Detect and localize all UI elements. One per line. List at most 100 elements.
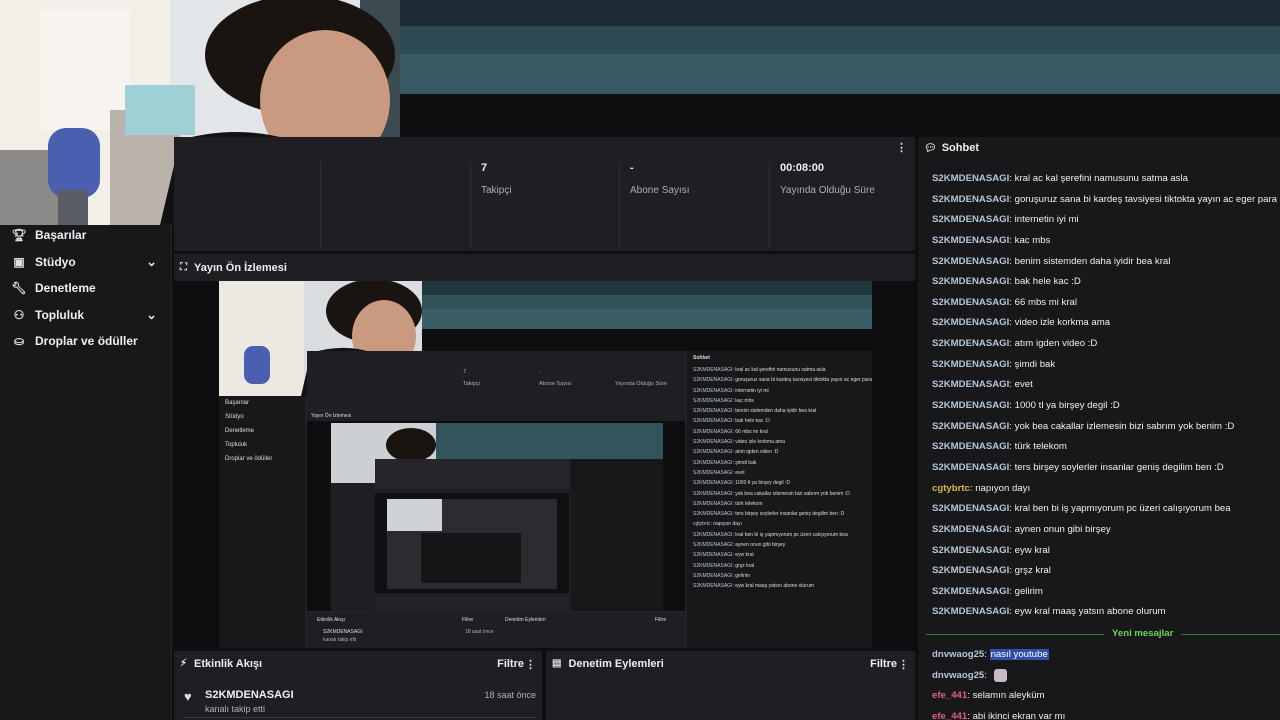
sidebar-item-achievements[interactable]: 🏆︎ Başarılar [0,222,171,249]
chat-username[interactable]: efe_441 [932,690,967,701]
mini-chat-message: S2KMDENASAGI: benim sistemden daha iyidi… [693,408,817,415]
emote-icon[interactable] [993,668,1007,682]
chat-message[interactable]: S2KMDENASAGI: gelirim [918,582,1280,603]
chat-username[interactable]: S2KMDENASAGI [932,545,1009,556]
chat-username[interactable]: S2KMDENASAGI [932,462,1009,473]
mini-filter: Filtre [462,617,474,623]
mini-chat-text: türk telekom [735,500,763,507]
chat-username[interactable]: S2KMDENASAGI [932,586,1009,597]
mini-chat-username: S2KMDENASAGI [693,531,733,538]
chat-message[interactable]: S2KMDENASAGI: yok bea cakallar izlemesin… [918,417,1280,438]
mini-chat-message: S2KMDENASAGI: goruşuruz sana bi kardeş t… [687,375,872,385]
chat-message[interactable]: S2KMDENASAGI: grşz kral [918,561,1280,582]
activity-item[interactable]: ♥ S2KMDENASAGI kanalı takip etti 18 saat… [184,687,536,717]
moderation-filter-button[interactable]: Filtre [870,658,897,670]
mini-chat-text: evet [735,469,745,476]
chat-message[interactable]: S2KMDENASAGI: internetin iyi mi [918,210,1280,231]
mini-chat-message: S2KMDENASAGI: atım igden video :D [693,449,779,456]
chat-message[interactable]: S2KMDENASAGI: aynen onun gibi birşey [918,520,1280,541]
chat-message[interactable]: S2KMDENASAGI: eyw kral [918,541,1280,562]
chat-username[interactable]: S2KMDENASAGI [932,441,1009,452]
mini-chat-text: benim sistemden daha iyidir bea kral [735,408,817,415]
chat-username[interactable]: S2KMDENASAGI [932,317,1009,328]
more-options-icon[interactable]: ⋮ [896,141,907,154]
chat-text: atım igden video :D [1014,338,1098,350]
chat-message[interactable]: dnvwaog25: nasıl youtube [918,645,1280,666]
activity-filter-button[interactable]: Filtre [497,658,524,670]
chat-message[interactable]: S2KMDENASAGI: 1000 tl ya birşey degil :D [918,396,1280,417]
mini-chat-text: ters birşey soylerler insanlar geniş deg… [735,511,845,518]
chat-message[interactable]: S2KMDENASAGI: kac mbs [918,231,1280,252]
chat-message[interactable]: S2KMDENASAGI: bak hele kac :D [918,272,1280,293]
chat-username[interactable]: S2KMDENASAGI [932,276,1009,287]
chat-username[interactable]: S2KMDENASAGI [932,256,1009,267]
chat-message[interactable]: S2KMDENASAGI: şimdi bak [918,355,1280,376]
chat-text: nasıl youtube [989,649,1049,660]
chat-message[interactable]: S2KMDENASAGI: eyw kral maaş yatsın abone… [918,602,1280,623]
mini-chat: Sohbet S2KMDENASAGI: kral ac kal şerefin… [687,351,872,648]
stream-stats-panel: 7 Takipçi - Abone Sayısı 00:08:00 Yayınd… [174,137,915,251]
mini-chat-username: cgtybrtc [693,521,711,528]
chat-message[interactable]: S2KMDENASAGI: 66 mbs mi kral [918,293,1280,314]
sidebar-item-community[interactable]: ⚇ Topluluk ⌄ [0,302,171,329]
chat-message[interactable]: S2KMDENASAGI: kral ben bi iş yapmıyorum … [918,499,1280,520]
chat-username[interactable]: dnvwaog25 [932,649,984,660]
new-messages-divider: Yeni mesajlar [926,628,1280,640]
chat-username[interactable]: S2KMDENASAGI [932,338,1009,349]
chevron-down-icon[interactable]: ⌄ [146,307,157,323]
mini-stat-value: - [539,369,541,375]
chat-username[interactable]: S2KMDENASAGI [932,359,1009,370]
mini-chat-message: S2KMDENASAGI: kral ac kal şerefini namus… [693,367,826,373]
sidebar-item-label: Topluluk [35,307,85,322]
top-banner [400,0,1280,135]
chat-text: bak hele kac :D [1014,276,1081,288]
sidebar-item-drops[interactable]: ⛀ Droplar ve ödüller [0,328,171,355]
stat-divider [470,162,471,250]
mini-chat-username: S2KMDENASAGI [693,418,733,425]
stream-preview[interactable]: Başarılar Stüdyo Denetleme Topluluk Drop… [174,281,915,648]
chat-message[interactable]: efe_441: selamın aleyküm [918,686,1280,707]
chat-message[interactable]: S2KMDENASAGI: ters birşey soylerler insa… [918,458,1280,479]
mini-chat-text: bak hele kac :D [735,418,770,425]
chat-username[interactable]: S2KMDENASAGI [932,297,1009,308]
chat-message[interactable]: dnvwaog25: [918,666,1280,687]
chat-message[interactable]: S2KMDENASAGI: kral ac kal şerefini namus… [918,169,1280,190]
chat-username[interactable]: S2KMDENASAGI [932,194,1009,205]
chat-username[interactable]: S2KMDENASAGI [932,235,1009,246]
chat-username[interactable]: cgtybrtc [932,483,970,494]
mini-chat-username: S2KMDENASAGI [693,542,733,549]
chat-username[interactable]: S2KMDENASAGI [932,379,1009,390]
chat-username[interactable]: S2KMDENASAGI [932,421,1009,432]
chat-username[interactable]: S2KMDENASAGI [932,214,1009,225]
divider [926,634,1280,635]
chat-message[interactable]: S2KMDENASAGI: atım igden video :D [918,334,1280,355]
chat-username[interactable]: S2KMDENASAGI [932,503,1009,514]
chat-message[interactable]: S2KMDENASAGI: benim sistemden daha iyidi… [918,252,1280,273]
chat-message[interactable]: S2KMDENASAGI: türk telekom [918,437,1280,458]
list-icon: ▤ [552,658,562,669]
chat-username[interactable]: S2KMDENASAGI [932,606,1009,617]
chat-username[interactable]: S2KMDENASAGI [932,565,1009,576]
more-options-icon[interactable]: ⋮ [525,658,536,671]
chat-message[interactable]: S2KMDENASAGI: evet [918,375,1280,396]
chat-message[interactable]: S2KMDENASAGI: video izle korkma ama [918,313,1280,334]
more-options-icon[interactable]: ⋮ [898,658,909,671]
chat-username[interactable]: dnvwaog25 [932,670,984,681]
chat-new-message-list: dnvwaog25: nasıl youtube dnvwaog25: efe_4… [918,645,1280,720]
chat-text: 1000 tl ya birşey degil :D [1014,400,1120,412]
mini-chat-text: eyw kral maaş yatsın abone olurum [735,583,814,590]
sidebar-item-moderation[interactable]: 🔧︎ Denetleme [0,275,171,302]
mini-chat-message: S2KMDENASAGI: yok bea cakallar izlemesin… [693,490,850,497]
mini-sidebar: Başarılar Stüdyo Denetleme Topluluk Drop… [219,396,305,648]
chat-username[interactable]: efe_441 [932,711,967,720]
chat-message[interactable]: cgtybrtc: napıyon dayı [918,479,1280,500]
chat-username[interactable]: S2KMDENASAGI [932,524,1009,535]
chat-username[interactable]: S2KMDENASAGI [932,173,1009,184]
drops-icon: ⛀ [13,334,25,349]
mini-chat-username: S2KMDENASAGI [693,459,733,466]
chat-message[interactable]: S2KMDENASAGI: goruşuruz sana bi kardeş t… [918,190,1280,211]
chat-username[interactable]: S2KMDENASAGI [932,400,1009,411]
sidebar-item-studio[interactable]: ▣ Stüdyo ⌄ [0,249,171,276]
chevron-down-icon[interactable]: ⌄ [146,254,157,270]
chat-message[interactable]: efe_441: abi ikinci ekran var mı [918,707,1280,720]
